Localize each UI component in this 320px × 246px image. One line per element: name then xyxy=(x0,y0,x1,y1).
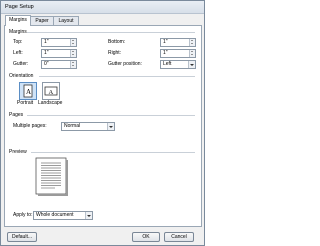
top-margin-value[interactable]: 1" xyxy=(44,39,49,46)
gutter-position-label: Gutter position: xyxy=(108,61,142,67)
spin-arrows-icon[interactable] xyxy=(189,50,195,57)
left-margin-spinner[interactable]: 1" xyxy=(41,49,77,58)
gutter-spinner[interactable]: 0" xyxy=(41,60,77,69)
ok-button[interactable]: OK xyxy=(132,232,160,242)
landscape-label[interactable]: Landscape xyxy=(38,100,62,106)
tab-layout[interactable]: Layout xyxy=(53,16,79,25)
top-margin-spinner[interactable]: 1" xyxy=(41,38,77,47)
margins-panel: Margins Top: 1" Bottom: 1" Left: 1" Righ… xyxy=(4,25,202,227)
left-label: Left: xyxy=(13,50,23,56)
bottom-margin-spinner[interactable]: 1" xyxy=(160,38,196,47)
multiple-pages-value[interactable]: Normal xyxy=(64,123,80,130)
margins-divider xyxy=(27,32,195,33)
gutter-value[interactable]: 0" xyxy=(44,61,49,68)
svg-text:A: A xyxy=(49,89,54,96)
margins-heading: Margins xyxy=(9,29,27,35)
preview-divider xyxy=(31,152,195,153)
title-bar: Page Setup xyxy=(1,1,204,14)
chevron-down-icon[interactable] xyxy=(107,123,114,130)
multiple-pages-select[interactable]: Normal xyxy=(61,122,115,131)
orientation-divider xyxy=(39,76,195,77)
gutter-position-select[interactable]: Left xyxy=(160,60,196,69)
right-margin-spinner[interactable]: 1" xyxy=(160,49,196,58)
cancel-button[interactable]: Cancel xyxy=(164,232,194,242)
multiple-pages-label: Multiple pages: xyxy=(13,123,47,129)
spin-arrows-icon[interactable] xyxy=(189,39,195,46)
bottom-label: Bottom: xyxy=(108,39,126,45)
chevron-down-icon[interactable] xyxy=(85,212,92,219)
spin-arrows-icon[interactable] xyxy=(70,39,76,46)
right-label: Right: xyxy=(108,50,122,56)
page-setup-dialog: Page Setup Margins Paper Layout Margins … xyxy=(0,0,205,246)
chevron-down-icon[interactable] xyxy=(188,61,195,68)
apply-to-value[interactable]: Whole document xyxy=(36,212,74,219)
gutter-label: Gutter: xyxy=(13,61,29,67)
page-preview-image xyxy=(35,157,68,196)
orientation-heading: Orientation xyxy=(9,73,34,79)
default-button[interactable]: Default... xyxy=(7,232,37,242)
bottom-margin-value[interactable]: 1" xyxy=(163,39,168,46)
apply-to-select[interactable]: Whole document xyxy=(33,211,93,220)
right-margin-value[interactable]: 1" xyxy=(163,50,168,57)
tab-paper[interactable]: Paper xyxy=(30,16,54,25)
spin-arrows-icon[interactable] xyxy=(70,61,76,68)
tab-margins[interactable]: Margins xyxy=(5,15,31,26)
pages-divider xyxy=(27,115,195,116)
apply-to-label: Apply to: xyxy=(13,212,33,218)
left-margin-value[interactable]: 1" xyxy=(44,50,49,57)
landscape-button[interactable]: A xyxy=(42,82,60,100)
svg-text:A: A xyxy=(26,88,31,96)
spin-arrows-icon[interactable] xyxy=(70,50,76,57)
top-label: Top: xyxy=(13,39,23,45)
portrait-page-icon: A xyxy=(23,84,33,98)
gutter-position-value[interactable]: Left xyxy=(163,61,171,68)
portrait-button[interactable]: A xyxy=(19,82,37,100)
pages-heading: Pages xyxy=(9,112,24,118)
dialog-title: Page Setup xyxy=(5,4,34,10)
portrait-label[interactable]: Portrait xyxy=(17,100,33,106)
landscape-page-icon: A xyxy=(44,86,58,96)
preview-heading: Preview xyxy=(9,149,27,155)
